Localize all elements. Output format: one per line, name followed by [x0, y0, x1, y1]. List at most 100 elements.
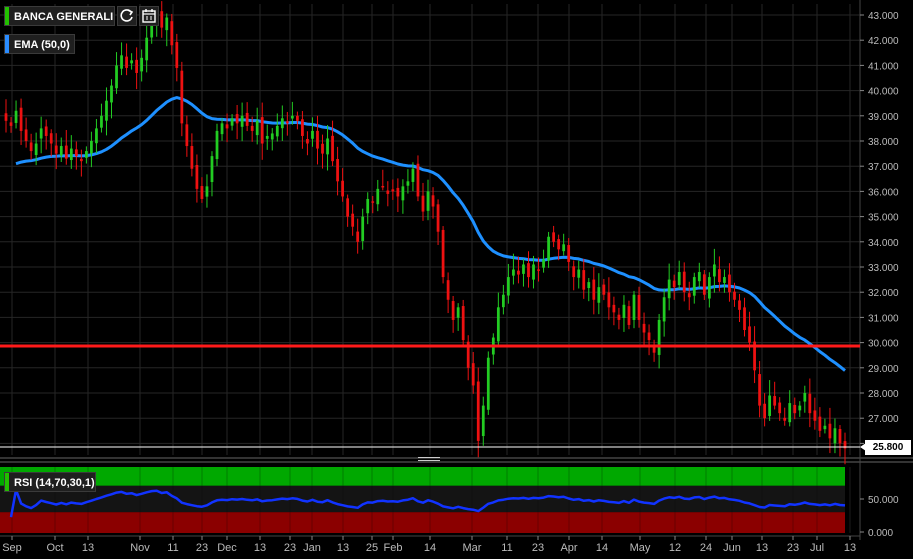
candle-body: [69, 148, 73, 161]
price-tick-label: 29.000: [868, 364, 899, 375]
candle-body: [612, 304, 616, 313]
candle-body: [547, 236, 550, 261]
candle-body: [733, 291, 736, 300]
time-tick-label: 12: [669, 542, 681, 554]
candle-body: [451, 301, 455, 320]
candle-body: [702, 274, 706, 295]
candle-body: [336, 158, 339, 182]
panel-splitter[interactable]: [418, 457, 440, 463]
time-tick-label: 11: [167, 542, 178, 554]
candle-body: [436, 204, 440, 232]
candle-body: [4, 113, 8, 121]
candle-body: [326, 138, 329, 155]
candle-body: [165, 17, 169, 31]
candle-body: [758, 374, 761, 406]
price-tick-label: 28.000: [868, 389, 899, 400]
candle-body: [235, 114, 239, 124]
candle-body: [331, 135, 334, 162]
candle-body: [587, 282, 591, 289]
rsi-panel[interactable]: [0, 467, 851, 533]
candle-body: [59, 146, 63, 156]
candle-body: [265, 135, 269, 139]
candle-body: [723, 277, 726, 283]
candle-body: [763, 403, 766, 419]
candle-body: [190, 146, 194, 169]
candle-body: [783, 417, 787, 421]
candle-body: [376, 188, 380, 205]
candle-body: [507, 277, 510, 296]
candle-body: [828, 423, 832, 439]
candle-body: [301, 119, 304, 136]
price-tick-label: 27.000: [868, 414, 899, 425]
candle-body: [768, 395, 772, 416]
candle-body: [501, 294, 505, 308]
candle-body: [215, 130, 219, 160]
candle-body: [9, 122, 13, 126]
price-axis[interactable]: 43.000 42.000 41.000 40.000 39.000 38.000 37.0…: [860, 11, 899, 539]
refresh-button[interactable]: [117, 6, 137, 26]
candle-body: [707, 277, 711, 299]
candle-body: [748, 326, 751, 343]
price-tick-label: 33.000: [868, 263, 899, 274]
candle-body: [446, 280, 450, 300]
candle-body: [95, 128, 98, 144]
candle-body: [105, 100, 108, 121]
symbol-label[interactable]: BANCA GENERALI: [4, 6, 115, 26]
candle-body: [220, 123, 224, 135]
time-tick-label: Jan: [303, 542, 321, 554]
candle-body: [24, 129, 28, 141]
candle-body: [316, 130, 319, 149]
time-tick-label: 13: [337, 542, 349, 554]
candle-body: [486, 357, 490, 410]
candle-body: [396, 187, 400, 197]
candle-body: [813, 410, 817, 421]
time-axis[interactable]: Sep Oct 13 Nov 11 23 Dec 13 23 Jan 13 25 Feb 14 Mar 11 2…: [0, 535, 860, 554]
calendar-button[interactable]: [139, 6, 159, 26]
ema-color-marker: [5, 35, 9, 53]
time-tick-label: 13: [254, 542, 266, 554]
rsi-label-text: RSI (14,70,30,1): [14, 477, 95, 489]
candle-body: [39, 128, 43, 139]
candle-body: [125, 56, 128, 68]
ema-indicator-label[interactable]: EMA (50,0): [4, 34, 75, 54]
price-tick-label: 35.000: [868, 213, 899, 224]
candle-body: [481, 405, 485, 437]
candle-body: [496, 307, 500, 342]
time-tick-label: 13: [844, 542, 856, 554]
candle-body: [195, 164, 199, 189]
candle-body: [356, 231, 360, 242]
candle-body: [290, 115, 294, 119]
candle-body: [140, 57, 144, 72]
candle-body: [270, 133, 274, 140]
candle-body: [100, 115, 103, 128]
candle-body: [788, 403, 792, 423]
candle-body: [44, 126, 48, 136]
candle-body: [602, 284, 606, 295]
candle-body: [185, 124, 189, 147]
candle-body: [296, 115, 299, 121]
price-tick-label: 38.000: [868, 137, 899, 148]
candle-body: [225, 124, 229, 129]
candle-body: [230, 118, 234, 126]
candle-body: [34, 143, 38, 156]
time-tick-label: 23: [196, 542, 208, 554]
candle-body: [85, 151, 88, 158]
price-chart[interactable]: 43.000 42.000 41.000 40.000 39.000 38.000 37.0…: [0, 0, 913, 559]
series-color-marker: [5, 7, 9, 25]
rsi-indicator-label[interactable]: RSI (14,70,30,1): [4, 472, 96, 492]
candle-body: [517, 270, 520, 275]
price-tick-label: 40.000: [868, 87, 899, 98]
candle-body: [411, 168, 415, 182]
last-price-badge: 25.800: [865, 440, 911, 455]
candle-body: [175, 42, 179, 68]
calendar-icon: [142, 9, 156, 23]
candle-body: [677, 272, 681, 286]
candle-body: [542, 259, 545, 268]
candle-body: [371, 201, 375, 203]
candle-body: [682, 271, 686, 293]
candle-body: [637, 294, 641, 320]
time-tick-label: Apr: [560, 542, 577, 554]
candle-body: [712, 264, 716, 277]
time-tick-label: 13: [82, 542, 94, 554]
time-tick-label: 25: [366, 542, 378, 554]
